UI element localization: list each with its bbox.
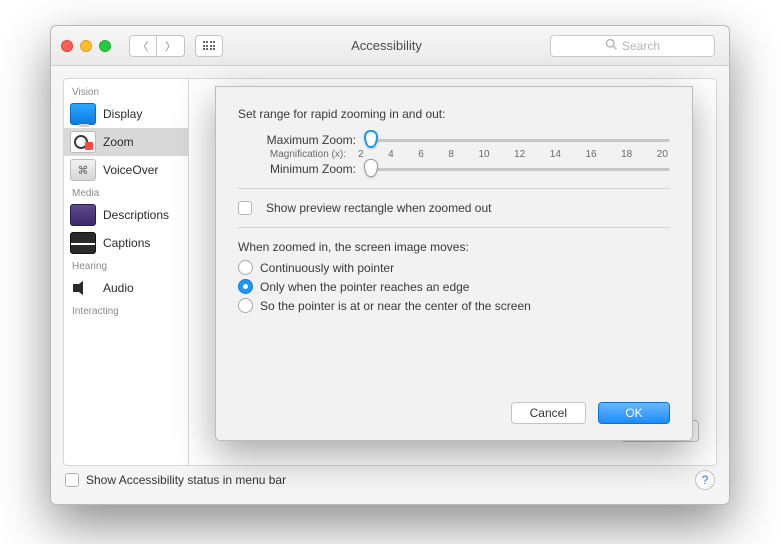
move-option-center[interactable]: So the pointer is at or near the center … <box>238 298 670 313</box>
sidebar[interactable]: Vision Display Zoom ⌘ VoiceOver Media De… <box>63 78 189 466</box>
sheet-heading: Set range for rapid zooming in and out: <box>238 107 670 121</box>
max-zoom-thumb[interactable] <box>364 130 378 148</box>
search-input[interactable]: Search <box>550 35 715 57</box>
zoom-window-button[interactable] <box>99 40 111 52</box>
search-icon <box>605 38 617 53</box>
footer: Show Accessibility status in menu bar ? <box>65 470 715 490</box>
show-status-label: Show Accessibility status in menu bar <box>86 473 286 487</box>
display-icon <box>70 103 96 125</box>
voiceover-icon: ⌘ <box>70 159 96 181</box>
sidebar-group-vision: Vision <box>64 83 188 100</box>
preview-rectangle-checkbox[interactable] <box>238 201 252 215</box>
back-button[interactable]: 〈 <box>129 35 157 57</box>
chevron-left-icon: 〈 <box>138 38 149 54</box>
zoom-options-sheet: Set range for rapid zooming in and out: … <box>215 86 693 441</box>
radio-button[interactable] <box>238 260 253 275</box>
search-placeholder: Search <box>622 39 660 53</box>
ok-button[interactable]: OK <box>598 402 670 424</box>
sidebar-item-label: Descriptions <box>103 208 169 222</box>
preview-rectangle-label: Show preview rectangle when zoomed out <box>266 201 491 215</box>
option-label: So the pointer is at or near the center … <box>260 299 531 313</box>
preferences-window: 〈 〉 Accessibility Search Vision <box>50 25 730 505</box>
sidebar-item-audio[interactable]: Audio <box>64 274 188 302</box>
min-zoom-label: Minimum Zoom: <box>238 162 356 176</box>
sidebar-item-label: Audio <box>103 281 134 295</box>
close-window-button[interactable] <box>61 40 73 52</box>
cancel-button[interactable]: Cancel <box>511 402 586 424</box>
min-zoom-thumb[interactable] <box>364 159 378 177</box>
sidebar-group-media: Media <box>64 184 188 201</box>
sidebar-item-label: VoiceOver <box>103 163 158 177</box>
help-icon: ? <box>702 473 709 487</box>
sidebar-item-descriptions[interactable]: Descriptions <box>64 201 188 229</box>
radio-button[interactable] <box>238 298 253 313</box>
grid-icon <box>203 41 216 50</box>
min-zoom-slider[interactable] <box>366 168 670 171</box>
divider <box>238 188 670 189</box>
show-status-checkbox[interactable] <box>65 473 79 487</box>
window-title: Accessibility <box>223 38 550 53</box>
sidebar-group-hearing: Hearing <box>64 257 188 274</box>
captions-icon <box>70 232 96 254</box>
sidebar-item-zoom[interactable]: Zoom <box>64 128 188 156</box>
option-label: Continuously with pointer <box>260 261 394 275</box>
sidebar-item-display[interactable]: Display <box>64 100 188 128</box>
audio-icon <box>70 277 96 299</box>
window-controls <box>61 40 111 52</box>
sidebar-item-captions[interactable]: Captions <box>64 229 188 257</box>
forward-button[interactable]: 〉 <box>157 35 185 57</box>
max-zoom-label: Maximum Zoom: <box>238 133 356 147</box>
titlebar: 〈 〉 Accessibility Search <box>51 26 729 66</box>
option-label: Only when the pointer reaches an edge <box>260 280 469 294</box>
sidebar-item-label: Zoom <box>103 135 134 149</box>
move-heading: When zoomed in, the screen image moves: <box>238 240 670 254</box>
sidebar-item-voiceover[interactable]: ⌘ VoiceOver <box>64 156 188 184</box>
sidebar-group-interacting: Interacting <box>64 302 188 319</box>
divider <box>238 227 670 228</box>
sidebar-item-label: Captions <box>103 236 150 250</box>
show-all-button[interactable] <box>195 35 223 57</box>
chevron-right-icon: 〉 <box>165 38 176 54</box>
minimize-window-button[interactable] <box>80 40 92 52</box>
descriptions-icon <box>70 204 96 226</box>
move-option-edge[interactable]: Only when the pointer reaches an edge <box>238 279 670 294</box>
help-button[interactable]: ? <box>695 470 715 490</box>
magnification-label: Magnification (x): <box>238 149 356 160</box>
zoom-icon <box>70 131 96 153</box>
radio-button[interactable] <box>238 279 253 294</box>
sidebar-item-label: Display <box>103 107 142 121</box>
max-zoom-slider[interactable] <box>366 139 670 142</box>
nav-back-forward: 〈 〉 <box>129 35 185 57</box>
move-option-continuous[interactable]: Continuously with pointer <box>238 260 670 275</box>
